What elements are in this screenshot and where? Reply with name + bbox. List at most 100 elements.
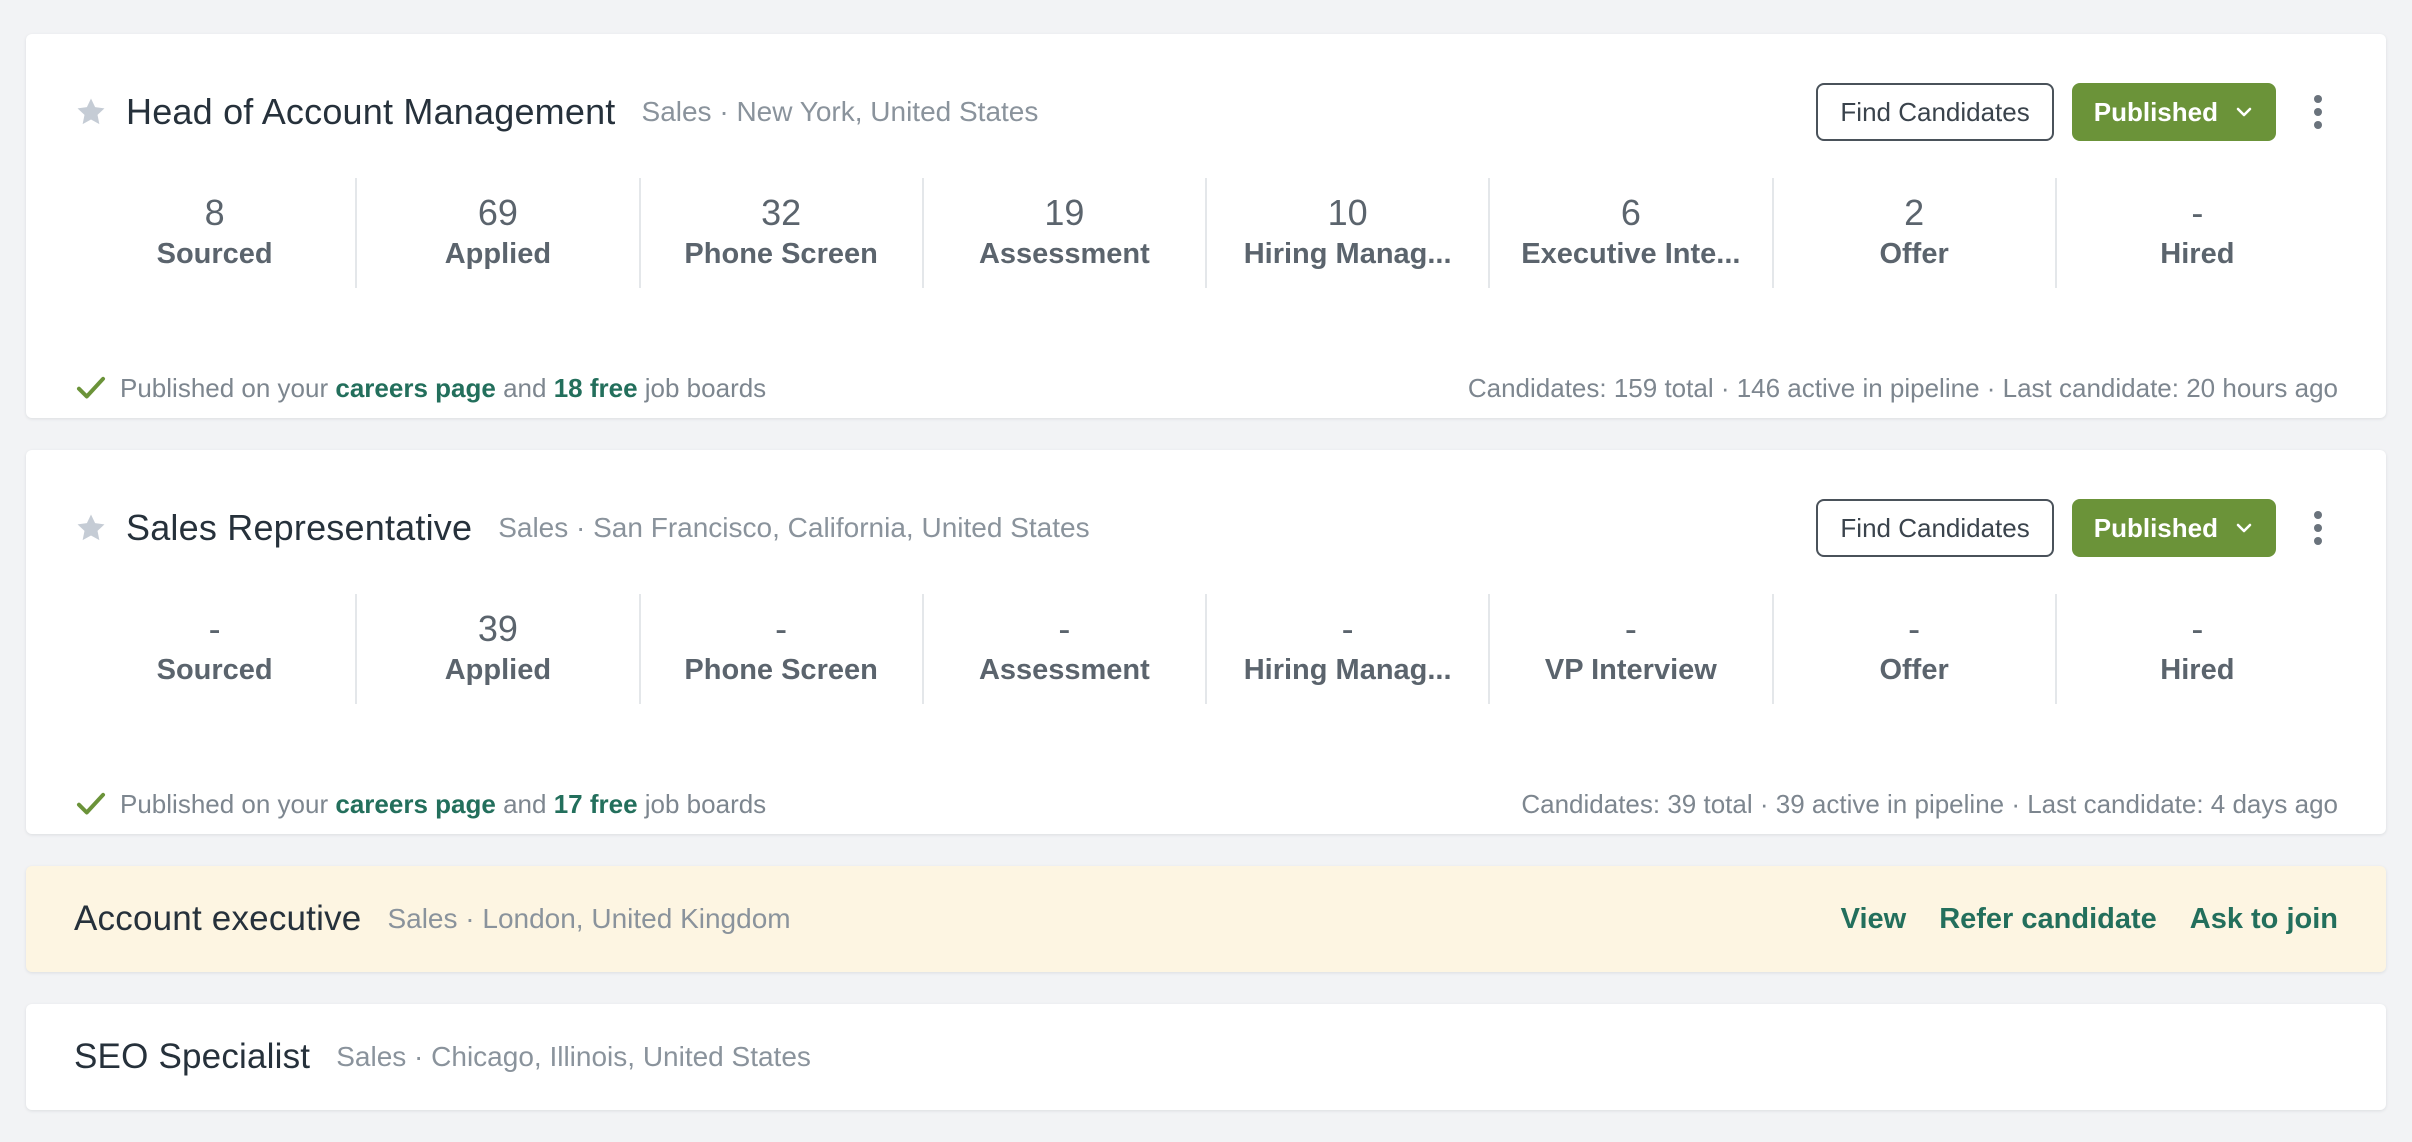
stage-label: VP Interview bbox=[1544, 654, 1717, 686]
stage-count: 6 bbox=[1620, 192, 1641, 233]
stage-count: 19 bbox=[1044, 192, 1085, 233]
more-options-button[interactable] bbox=[2298, 83, 2338, 141]
job-card: Sales Representative Sales · San Francis… bbox=[26, 450, 2386, 834]
stage-phone-screen[interactable]: - Phone Screen bbox=[638, 594, 922, 704]
stage-phone-screen[interactable]: 32 Phone Screen bbox=[638, 178, 922, 288]
stage-count: 39 bbox=[477, 608, 518, 649]
job-header: Sales Representative Sales · San Francis… bbox=[74, 498, 2338, 558]
chevron-down-icon bbox=[2236, 107, 2252, 117]
stage-label: Phone Screen bbox=[684, 238, 878, 270]
ask-to-join-link[interactable]: Ask to join bbox=[2190, 903, 2338, 936]
stage-count: - bbox=[2191, 608, 2204, 649]
job-boards-link[interactable]: 17 free bbox=[554, 789, 638, 820]
stage-count: 10 bbox=[1327, 192, 1368, 233]
refer-candidate-link[interactable]: Refer candidate bbox=[1939, 903, 2157, 936]
publish-and: and bbox=[503, 788, 547, 819]
careers-page-link[interactable]: careers page bbox=[335, 789, 495, 820]
careers-page-link[interactable]: careers page bbox=[335, 373, 495, 404]
status-label: Published bbox=[2093, 96, 2218, 127]
stage-sourced[interactable]: 8 Sourced bbox=[74, 178, 355, 288]
star-icon[interactable] bbox=[74, 511, 108, 545]
stage-label: Assessment bbox=[978, 654, 1150, 686]
stage-count: - bbox=[775, 608, 788, 649]
stage-label: Offer bbox=[1879, 238, 1949, 270]
stage-vp-interview[interactable]: - VP Interview bbox=[1488, 594, 1771, 704]
stage-label: Hired bbox=[2160, 654, 2235, 686]
status-dropdown-button[interactable]: Published bbox=[2071, 499, 2276, 557]
stage-label: Phone Screen bbox=[684, 654, 878, 686]
job-title[interactable]: Sales Representative bbox=[126, 507, 472, 549]
stage-applied[interactable]: 69 Applied bbox=[355, 178, 638, 288]
stage-count: 32 bbox=[761, 192, 802, 233]
more-options-button[interactable] bbox=[2298, 499, 2338, 557]
stage-hired[interactable]: - Hired bbox=[2054, 178, 2338, 288]
publish-status: Published on your careers page and 18 fr… bbox=[74, 371, 766, 405]
stage-offer[interactable]: - Offer bbox=[1771, 594, 2055, 704]
more-vertical-icon bbox=[2314, 511, 2322, 545]
stage-applied[interactable]: 39 Applied bbox=[355, 594, 638, 704]
stage-label: Sourced bbox=[156, 238, 273, 270]
job-title[interactable]: SEO Specialist bbox=[74, 1037, 310, 1077]
publish-prefix: Published on your bbox=[120, 372, 329, 403]
stage-hired[interactable]: - Hired bbox=[2054, 594, 2338, 704]
job-meta: Sales · New York, United States bbox=[641, 96, 1039, 127]
job-card-collapsed: SEO Specialist Sales · Chicago, Illinois… bbox=[26, 1004, 2386, 1110]
stage-count: 8 bbox=[204, 192, 225, 233]
check-icon bbox=[76, 792, 106, 815]
view-link[interactable]: View bbox=[1841, 903, 1907, 936]
stage-count: - bbox=[1908, 608, 1921, 649]
status-label: Published bbox=[2093, 512, 2218, 543]
stage-count: - bbox=[208, 608, 221, 649]
publish-suffix: job boards bbox=[644, 372, 767, 403]
job-footer: Published on your careers page and 18 fr… bbox=[74, 358, 2338, 418]
stage-count: - bbox=[1624, 608, 1637, 649]
stage-label: Hiring Manag... bbox=[1243, 238, 1452, 270]
candidate-summary: Candidates: 39 total · 39 active in pipe… bbox=[1521, 788, 2338, 819]
stage-count: - bbox=[1058, 608, 1071, 649]
stage-sourced[interactable]: - Sourced bbox=[74, 594, 355, 704]
stage-assessment[interactable]: - Assessment bbox=[921, 594, 1205, 704]
stage-count: - bbox=[2191, 192, 2204, 233]
stage-label: Applied bbox=[444, 654, 552, 686]
check-icon bbox=[76, 376, 106, 399]
stage-label: Offer bbox=[1879, 654, 1949, 686]
restricted-job-card: Account executive Sales · London, United… bbox=[26, 866, 2386, 972]
job-card: Head of Account Management Sales · New Y… bbox=[26, 34, 2386, 418]
publish-status: Published on your careers page and 17 fr… bbox=[74, 787, 766, 821]
find-candidates-button[interactable]: Find Candidates bbox=[1816, 83, 2054, 141]
publish-suffix: job boards bbox=[644, 788, 767, 819]
stage-count: - bbox=[1341, 608, 1354, 649]
stage-label: Sourced bbox=[156, 654, 273, 686]
job-actions: View Refer candidate Ask to join bbox=[1808, 903, 2338, 936]
publish-prefix: Published on your bbox=[120, 788, 329, 819]
stage-hiring-manager[interactable]: - Hiring Manag... bbox=[1205, 594, 1488, 704]
chevron-down-icon bbox=[2236, 523, 2252, 533]
stage-label: Executive Inte... bbox=[1521, 238, 1741, 270]
more-vertical-icon bbox=[2314, 95, 2322, 129]
job-title[interactable]: Head of Account Management bbox=[126, 91, 616, 133]
stage-label: Applied bbox=[444, 238, 552, 270]
publish-and: and bbox=[503, 372, 547, 403]
job-title: Account executive bbox=[74, 899, 362, 938]
stage-executive-interview[interactable]: 6 Executive Inte... bbox=[1488, 178, 1771, 288]
stage-offer[interactable]: 2 Offer bbox=[1771, 178, 2055, 288]
job-footer: Published on your careers page and 17 fr… bbox=[74, 774, 2338, 834]
stage-assessment[interactable]: 19 Assessment bbox=[921, 178, 1205, 288]
job-meta: Sales · Chicago, Illinois, United States bbox=[336, 1041, 811, 1072]
job-list: Head of Account Management Sales · New Y… bbox=[26, 34, 2386, 1142]
stage-count: 69 bbox=[477, 192, 518, 233]
status-dropdown-button[interactable]: Published bbox=[2071, 83, 2276, 141]
find-candidates-button[interactable]: Find Candidates bbox=[1816, 499, 2054, 557]
pipeline-stages: 8 Sourced 69 Applied 32 Phone Screen 19 … bbox=[74, 178, 2338, 288]
stage-count: 2 bbox=[1904, 192, 1925, 233]
pipeline-stages: - Sourced 39 Applied - Phone Screen - As… bbox=[74, 594, 2338, 704]
job-header: Head of Account Management Sales · New Y… bbox=[74, 82, 2338, 142]
stage-label: Hired bbox=[2160, 238, 2235, 270]
stage-hiring-manager[interactable]: 10 Hiring Manag... bbox=[1205, 178, 1488, 288]
job-meta: Sales · San Francisco, California, Unite… bbox=[498, 512, 1090, 543]
stage-label: Assessment bbox=[978, 238, 1150, 270]
stage-label: Hiring Manag... bbox=[1243, 654, 1452, 686]
star-icon[interactable] bbox=[74, 95, 108, 129]
job-boards-link[interactable]: 18 free bbox=[554, 373, 638, 404]
candidate-summary: Candidates: 159 total · 146 active in pi… bbox=[1467, 372, 2338, 403]
